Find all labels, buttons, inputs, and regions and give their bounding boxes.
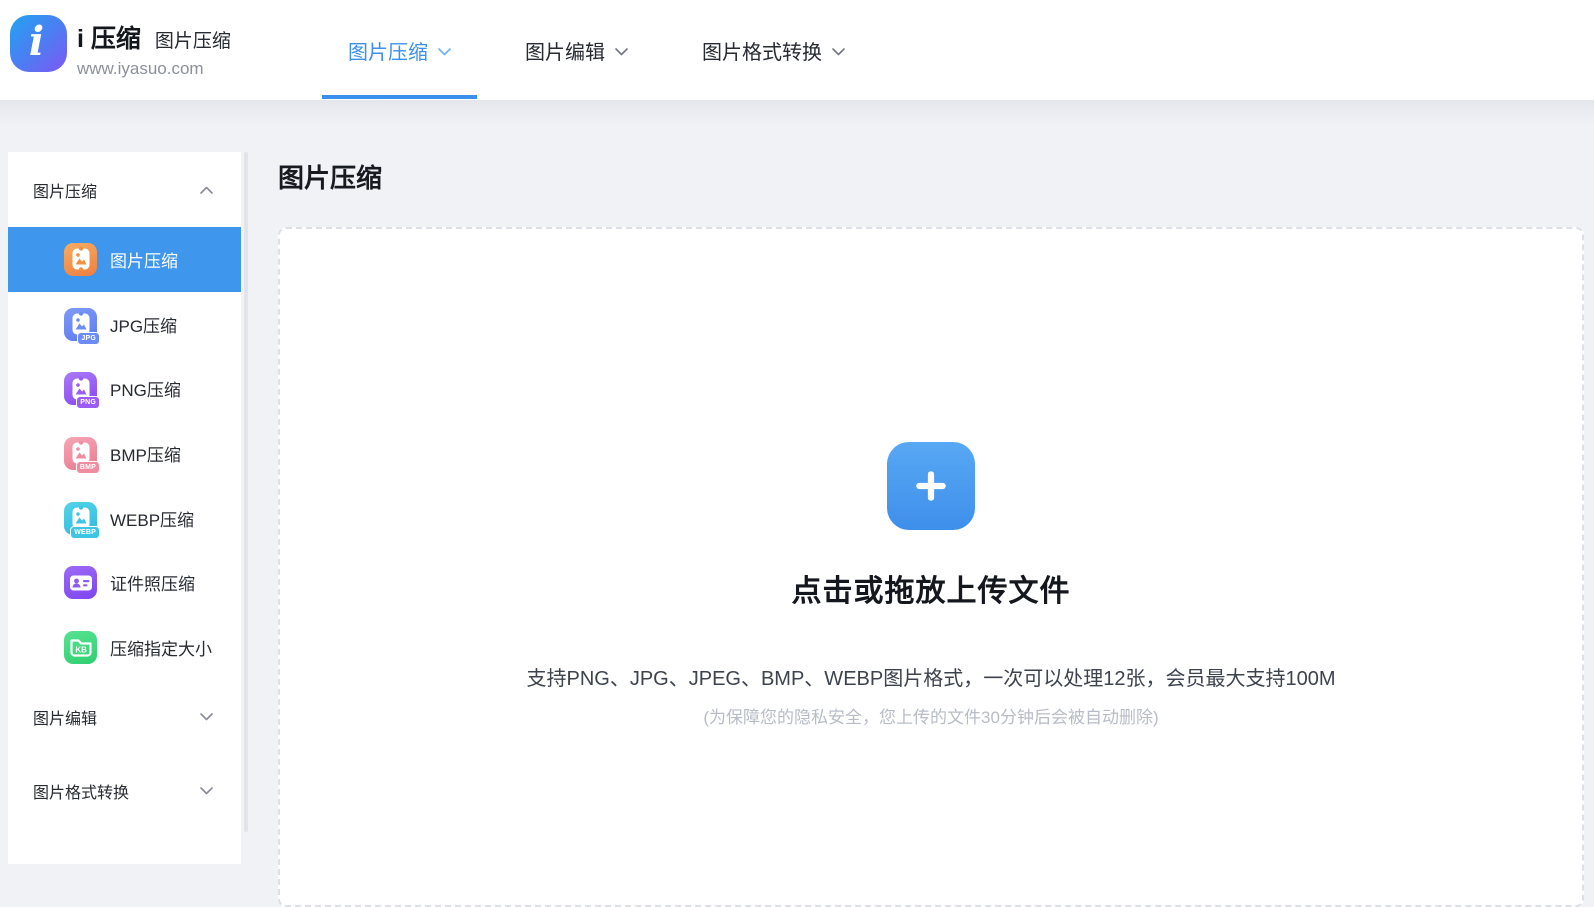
nav-item-format-convert[interactable]: 图片格式转换 xyxy=(676,0,871,100)
kb-folder-icon: KB xyxy=(64,631,97,664)
chevron-down-icon xyxy=(438,48,451,56)
logo-i-icon: i xyxy=(29,22,44,62)
upload-privacy-note: (为保障您的隐私安全，您上传的文件30分钟后会被自动删除) xyxy=(703,703,1158,728)
bmp-compress-icon: BMP xyxy=(64,437,97,470)
sidebar: 图片压缩 图片压缩 JPG JPG压缩 xyxy=(8,152,241,864)
id-photo-icon xyxy=(64,566,97,599)
sidebar-item-label: JPG压缩 xyxy=(110,312,177,337)
sidebar-scrollbar[interactable] xyxy=(244,152,248,832)
plus-icon xyxy=(906,461,956,511)
sidebar-item-compress-to-size[interactable]: KB 压缩指定大小 xyxy=(8,615,241,680)
top-nav: 图片压缩 图片编辑 图片格式转换 xyxy=(322,0,871,100)
brand-url: www.iyasuo.com xyxy=(77,59,231,79)
webp-badge: WEBP xyxy=(70,526,100,539)
upload-dropzone[interactable]: 点击或拖放上传文件 支持PNG、JPG、JPEG、BMP、WEBP图片格式，一次… xyxy=(278,227,1584,907)
chevron-down-icon xyxy=(832,48,845,56)
png-badge: PNG xyxy=(76,396,100,409)
sidebar-section-label: 图片编辑 xyxy=(33,705,97,729)
upload-format-hint: 支持PNG、JPG、JPEG、BMP、WEBP图片格式，一次可以处理12张，会员… xyxy=(527,662,1336,691)
jpg-badge: JPG xyxy=(77,332,100,345)
sidebar-item-png-compress[interactable]: PNG PNG压缩 xyxy=(8,356,241,421)
sidebar-item-id-photo-compress[interactable]: 证件照压缩 xyxy=(8,550,241,615)
sidebar-item-label: 证件照压缩 xyxy=(110,570,195,595)
chevron-down-icon xyxy=(200,713,213,721)
bmp-badge: BMP xyxy=(76,461,100,474)
nav-item-label: 图片压缩 xyxy=(348,36,428,65)
sidebar-item-image-compress[interactable]: 图片压缩 xyxy=(8,227,241,292)
top-header: i i 压缩 图片压缩 www.iyasuo.com 图片压缩 图片编辑 图片格… xyxy=(0,0,1594,100)
sidebar-item-label: 压缩指定大小 xyxy=(110,635,212,660)
nav-item-label: 图片编辑 xyxy=(525,36,605,65)
brand-logo[interactable]: i xyxy=(10,15,67,72)
brand-suffix: 图片压缩 xyxy=(155,26,231,55)
sidebar-item-label: WEBP压缩 xyxy=(110,506,194,531)
sidebar-section-image-edit[interactable]: 图片编辑 xyxy=(8,680,241,754)
sidebar-section-format-convert[interactable]: 图片格式转换 xyxy=(8,754,241,828)
nav-item-label: 图片格式转换 xyxy=(702,36,822,65)
sidebar-item-label: PNG压缩 xyxy=(110,376,181,401)
sidebar-item-label: 图片压缩 xyxy=(110,247,178,272)
upload-title: 点击或拖放上传文件 xyxy=(792,566,1071,610)
page-title: 图片压缩 xyxy=(278,158,382,195)
nav-item-image-edit[interactable]: 图片编辑 xyxy=(499,0,654,100)
sidebar-item-webp-compress[interactable]: WEBP WEBP压缩 xyxy=(8,486,241,551)
chevron-down-icon xyxy=(200,787,213,795)
sidebar-section-image-compress[interactable]: 图片压缩 xyxy=(8,152,241,227)
brand-text: i 压缩 图片压缩 www.iyasuo.com xyxy=(77,19,231,79)
chevron-up-icon xyxy=(200,186,213,194)
brand-name: i 压缩 xyxy=(77,19,141,55)
image-compress-icon xyxy=(64,243,97,276)
kb-icon-text: KB xyxy=(75,646,87,655)
upload-plus-button[interactable] xyxy=(887,442,975,530)
png-compress-icon: PNG xyxy=(64,372,97,405)
sidebar-item-label: BMP压缩 xyxy=(110,441,181,466)
sidebar-section-label: 图片压缩 xyxy=(33,178,97,202)
jpg-compress-icon: JPG xyxy=(64,308,97,341)
header-shadow xyxy=(0,100,1594,126)
chevron-down-icon xyxy=(615,48,628,56)
nav-item-image-compress[interactable]: 图片压缩 xyxy=(322,0,477,100)
webp-compress-icon: WEBP xyxy=(64,502,97,535)
sidebar-item-bmp-compress[interactable]: BMP BMP压缩 xyxy=(8,421,241,486)
sidebar-section-label: 图片格式转换 xyxy=(33,779,129,803)
sidebar-item-jpg-compress[interactable]: JPG JPG压缩 xyxy=(8,292,241,357)
